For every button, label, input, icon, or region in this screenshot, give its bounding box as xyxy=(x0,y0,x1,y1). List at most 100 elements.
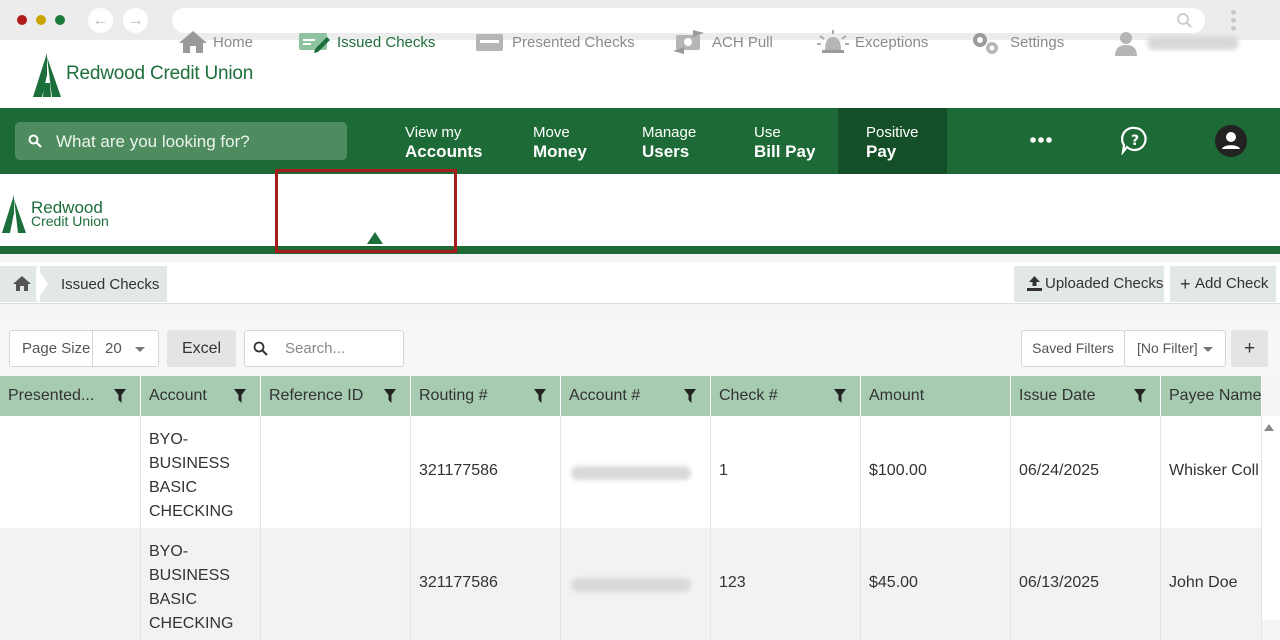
grid-search-input[interactable]: Search... xyxy=(244,330,404,367)
filter-icon[interactable] xyxy=(534,389,546,403)
cell-issue-date: 06/13/2025 xyxy=(1011,528,1161,640)
help-icon[interactable]: ? xyxy=(1120,125,1150,155)
column-header-label: Routing # xyxy=(419,387,488,404)
cell-reference-id xyxy=(261,528,411,640)
browser-menu-icon[interactable] xyxy=(1228,8,1238,34)
nav-item-line1: Manage xyxy=(642,124,697,141)
subnav-settings[interactable]: Settings xyxy=(970,30,1064,54)
filter-icon[interactable] xyxy=(834,389,846,403)
header-issue-date[interactable]: Issue Date xyxy=(1011,376,1161,416)
redacted-user-name xyxy=(1147,36,1239,50)
window-close-button[interactable] xyxy=(17,15,27,25)
cell-amount: $45.00 xyxy=(861,528,1011,640)
grid-search-placeholder: Search... xyxy=(285,340,346,357)
filter-icon[interactable] xyxy=(114,389,126,403)
page-size-value: 20 xyxy=(105,340,122,357)
cell-reference-id xyxy=(261,416,411,528)
filter-value: [No Filter] xyxy=(1137,340,1198,356)
cell-payee-name: Whisker Coll xyxy=(1161,416,1262,528)
filter-icon[interactable] xyxy=(384,389,396,403)
subnav-logo-line2: Credit Union xyxy=(31,213,109,229)
excel-button[interactable]: Excel xyxy=(167,330,236,367)
nav-item-line1: View my xyxy=(405,124,462,141)
nav-move-money[interactable]: Move Money xyxy=(533,108,603,174)
cell-account-value: BYO-BUSINESS BASIC CHECKING xyxy=(149,543,234,632)
add-filter-button[interactable]: + xyxy=(1231,330,1268,367)
cell-account-number xyxy=(561,528,711,640)
cell-amount-value: $45.00 xyxy=(869,574,918,591)
browser-back-button[interactable]: ← xyxy=(88,8,113,33)
subnav-presented-checks[interactable]: Presented Checks xyxy=(476,30,635,54)
redwood-logo-icon xyxy=(33,53,61,97)
subnav-label: Presented Checks xyxy=(512,34,635,51)
user-avatar-icon[interactable] xyxy=(1215,125,1247,157)
window-minimize-button[interactable] xyxy=(36,15,46,25)
scroll-up-icon[interactable] xyxy=(1264,424,1274,431)
nav-bill-pay[interactable]: Use Bill Pay xyxy=(754,108,824,174)
add-check-button[interactable]: + Add Check xyxy=(1170,266,1276,302)
cell-account: BYO-BUSINESS BASIC CHECKING xyxy=(141,416,261,528)
table-scrollbar[interactable] xyxy=(1262,416,1280,620)
alarm-icon xyxy=(817,30,849,53)
cell-account: BYO-BUSINESS BASIC CHECKING xyxy=(141,528,261,640)
subnav-label: ACH Pull xyxy=(712,34,773,51)
nav-item-line2: Accounts xyxy=(405,142,483,161)
cell-routing: 321177586 xyxy=(411,528,561,640)
nav-item-line2: Users xyxy=(642,142,690,161)
home-icon xyxy=(179,31,207,53)
column-header-label: Presented... xyxy=(8,387,95,404)
cell-presented xyxy=(0,528,141,640)
header-check-number[interactable]: Check # xyxy=(711,376,861,416)
filter-select[interactable]: [No Filter] xyxy=(1124,330,1226,367)
filter-icon[interactable] xyxy=(234,389,246,403)
cell-routing-value: 321177586 xyxy=(419,574,498,591)
breadcrumb-current: Issued Checks xyxy=(61,276,160,293)
table-row[interactable]: BYO-BUSINESS BASIC CHECKING 321177586 1 $10… xyxy=(0,416,1262,528)
nav-item-line1: Move xyxy=(533,124,570,141)
header-presented[interactable]: Presented... xyxy=(0,376,141,416)
subnav-home[interactable]: Home xyxy=(178,30,253,54)
breadcrumb-separator-inner xyxy=(36,266,48,302)
subnav-label: Exceptions xyxy=(855,34,929,51)
cell-issue-date-value: 06/24/2025 xyxy=(1019,462,1100,479)
home-icon xyxy=(13,276,31,291)
global-search-input[interactable]: What are you looking for? xyxy=(15,122,347,160)
window-maximize-button[interactable] xyxy=(55,15,65,25)
header-amount[interactable]: Amount xyxy=(861,376,1011,416)
chevron-down-icon xyxy=(1203,331,1213,366)
nav-item-line1: Positive xyxy=(866,124,919,141)
cell-presented xyxy=(0,416,141,528)
cell-amount-value: $100.00 xyxy=(869,462,927,479)
cell-issue-date: 06/24/2025 xyxy=(1011,416,1161,528)
subnav-user-profile[interactable] xyxy=(1113,30,1239,56)
nav-positive-pay[interactable]: Positive Pay xyxy=(866,108,936,174)
header-routing[interactable]: Routing # xyxy=(411,376,561,416)
subnav-issued-checks[interactable]: Issued Checks xyxy=(299,30,435,54)
redacted-account-number xyxy=(571,466,691,480)
saved-filters-button[interactable]: Saved Filters xyxy=(1021,330,1125,367)
nav-item-line2: Pay xyxy=(866,142,897,161)
more-icon[interactable] xyxy=(1030,137,1052,143)
table-row[interactable]: BYO-BUSINESS BASIC CHECKING 321177586 123 $… xyxy=(0,528,1262,640)
header-account[interactable]: Account xyxy=(141,376,261,416)
page-size-select[interactable]: Page Size 20 xyxy=(9,330,159,367)
filter-icon[interactable] xyxy=(1134,389,1146,403)
uploaded-checks-button[interactable]: Uploaded Checks xyxy=(1014,266,1164,302)
cell-check-number-value: 1 xyxy=(719,462,728,479)
nav-view-accounts[interactable]: View my Accounts xyxy=(405,108,495,174)
chevron-down-icon xyxy=(135,331,145,366)
nav-manage-users[interactable]: Manage Users xyxy=(642,108,712,174)
browser-forward-button[interactable]: → xyxy=(123,8,148,33)
breadcrumb: Issued Checks xyxy=(40,266,167,302)
page-size-label: Page Size xyxy=(22,340,91,357)
subnav-ach-pull[interactable]: ACH Pull xyxy=(673,30,773,54)
subnav-exceptions[interactable]: Exceptions xyxy=(817,30,928,54)
header-account-number[interactable]: Account # xyxy=(561,376,711,416)
subnav-label: Settings xyxy=(1010,34,1065,51)
filter-icon[interactable] xyxy=(684,389,696,403)
subnav-label: Issued Checks xyxy=(337,34,436,51)
header-payee-name[interactable]: Payee Name xyxy=(1161,376,1262,416)
header-reference-id[interactable]: Reference ID xyxy=(261,376,411,416)
brand-name[interactable]: Redwood Credit Union xyxy=(66,63,253,85)
redacted-account-number xyxy=(571,578,691,592)
